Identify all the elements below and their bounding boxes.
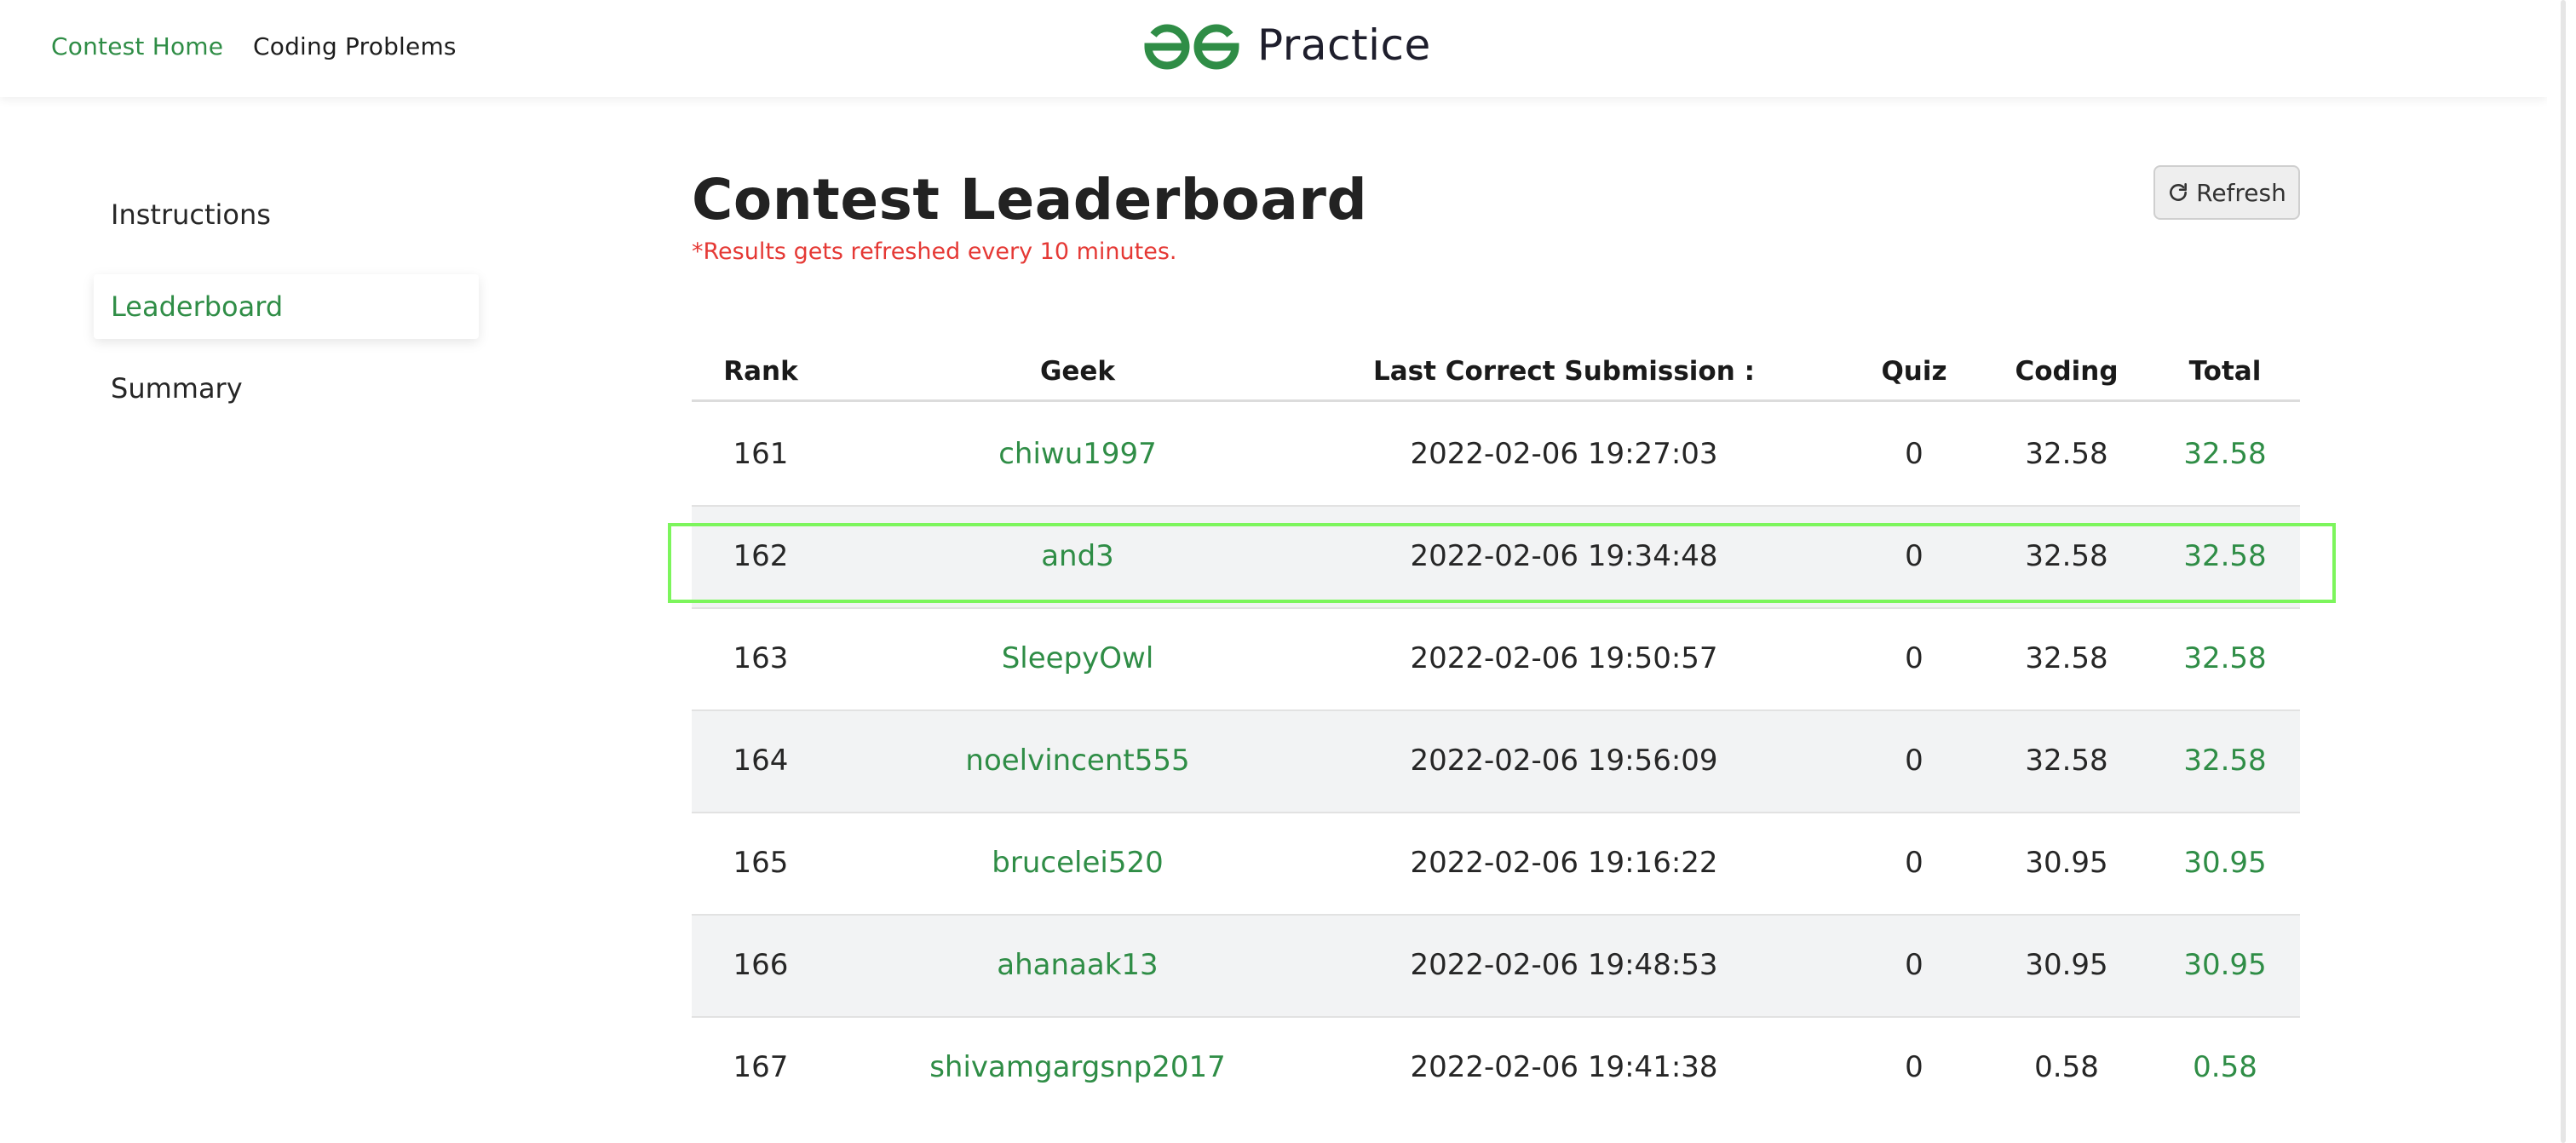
cell-coding: 0.58 [2034, 1050, 2099, 1084]
refresh-button-label: Refresh [2196, 178, 2286, 207]
logo-text: Practice [1257, 20, 1431, 70]
cell-total: 32.58 [2183, 539, 2267, 573]
cell-rank: 166 [733, 948, 789, 982]
table-row: 162 and3 2022-02-06 19:34:48 0 32.58 32.… [692, 507, 2300, 609]
cell-quiz: 0 [1905, 539, 1923, 573]
cell-coding: 32.58 [2025, 744, 2108, 778]
nav-coding-problems[interactable]: Coding Problems [253, 32, 457, 60]
cell-quiz: 0 [1905, 744, 1923, 778]
cell-rank: 163 [733, 641, 789, 675]
page-title: Contest Leaderboard [692, 167, 1368, 233]
cell-quiz: 0 [1905, 846, 1923, 880]
cell-total: 32.58 [2183, 744, 2267, 778]
cell-geek-link[interactable]: ahanaak13 [872, 948, 1283, 982]
nav-contest-home[interactable]: Contest Home [51, 32, 223, 60]
header-geek: Geek [1039, 356, 1116, 387]
sidebar-item-summary[interactable]: Summary [94, 356, 479, 421]
cell-coding: 30.95 [2025, 948, 2108, 982]
header-last-submission: Last Correct Submission : [1373, 356, 1755, 387]
cell-geek-link[interactable]: shivamgargsnp2017 [872, 1050, 1283, 1084]
table-row: 164 noelvincent555 2022-02-06 19:56:09 0… [692, 711, 2300, 813]
header-rank: Rank [723, 356, 798, 387]
cell-coding: 32.58 [2025, 539, 2108, 573]
cell-geek-link[interactable]: and3 [872, 539, 1283, 573]
cell-coding: 30.95 [2025, 846, 2108, 880]
table-row: 163 SleepyOwl 2022-02-06 19:50:57 0 32.5… [692, 609, 2300, 711]
cell-geek-link[interactable]: chiwu1997 [872, 437, 1283, 471]
refresh-icon [2170, 182, 2188, 201]
table-row: 167 shivamgargsnp2017 2022-02-06 19:41:3… [692, 1018, 2300, 1120]
cell-submission-time: 2022-02-06 19:34:48 [1410, 539, 1718, 573]
scrollbar-thumb[interactable] [2561, 0, 2566, 1143]
refresh-note: *Results gets refreshed every 10 minutes… [692, 238, 1177, 265]
cell-rank: 165 [733, 846, 789, 880]
header-quiz: Quiz [1881, 356, 1947, 387]
cell-geek-link[interactable]: SleepyOwl [872, 641, 1283, 675]
cell-submission-time: 2022-02-06 19:48:53 [1410, 948, 1718, 982]
scrollbar[interactable] [2547, 0, 2576, 1143]
cell-rank: 164 [733, 744, 789, 778]
cell-geek-link[interactable]: brucelei520 [872, 846, 1283, 880]
cell-total: 32.58 [2183, 641, 2267, 675]
table-header: Rank Geek Last Correct Submission : Quiz… [692, 341, 2300, 402]
cell-coding: 32.58 [2025, 641, 2108, 675]
cell-coding: 32.58 [2025, 437, 2108, 471]
cell-submission-time: 2022-02-06 19:56:09 [1410, 744, 1718, 778]
table-row: 161 chiwu1997 2022-02-06 19:27:03 0 32.5… [692, 405, 2300, 507]
gfg-practice-logo[interactable]: Practice [1140, 15, 1431, 75]
cell-total: 32.58 [2183, 437, 2267, 471]
sidebar-item-instructions[interactable]: Instructions [94, 182, 479, 247]
top-navbar: Contest Home Coding Problems Practice [0, 0, 2547, 97]
cell-total: 30.95 [2183, 846, 2267, 880]
cell-quiz: 0 [1905, 437, 1923, 471]
cell-submission-time: 2022-02-06 19:27:03 [1410, 437, 1718, 471]
cell-submission-time: 2022-02-06 19:50:57 [1410, 641, 1718, 675]
gfg-logo-icon [1144, 24, 1239, 70]
cell-total: 30.95 [2183, 948, 2267, 982]
cell-total: 0.58 [2193, 1050, 2257, 1084]
header-total: Total [2188, 356, 2262, 387]
cell-quiz: 0 [1905, 641, 1923, 675]
cell-rank: 162 [733, 539, 789, 573]
cell-quiz: 0 [1905, 948, 1923, 982]
cell-rank: 167 [733, 1050, 789, 1084]
cell-submission-time: 2022-02-06 19:41:38 [1410, 1050, 1718, 1084]
refresh-button[interactable]: Refresh [2153, 165, 2300, 220]
header-coding: Coding [2015, 356, 2119, 387]
sidebar-item-leaderboard[interactable]: Leaderboard [94, 274, 479, 339]
table-row: 165 brucelei520 2022-02-06 19:16:22 0 30… [692, 813, 2300, 916]
cell-quiz: 0 [1905, 1050, 1923, 1084]
cell-geek-link[interactable]: noelvincent555 [872, 744, 1283, 778]
table-row: 166 ahanaak13 2022-02-06 19:48:53 0 30.9… [692, 916, 2300, 1018]
cell-rank: 161 [733, 437, 789, 471]
cell-submission-time: 2022-02-06 19:16:22 [1410, 846, 1718, 880]
